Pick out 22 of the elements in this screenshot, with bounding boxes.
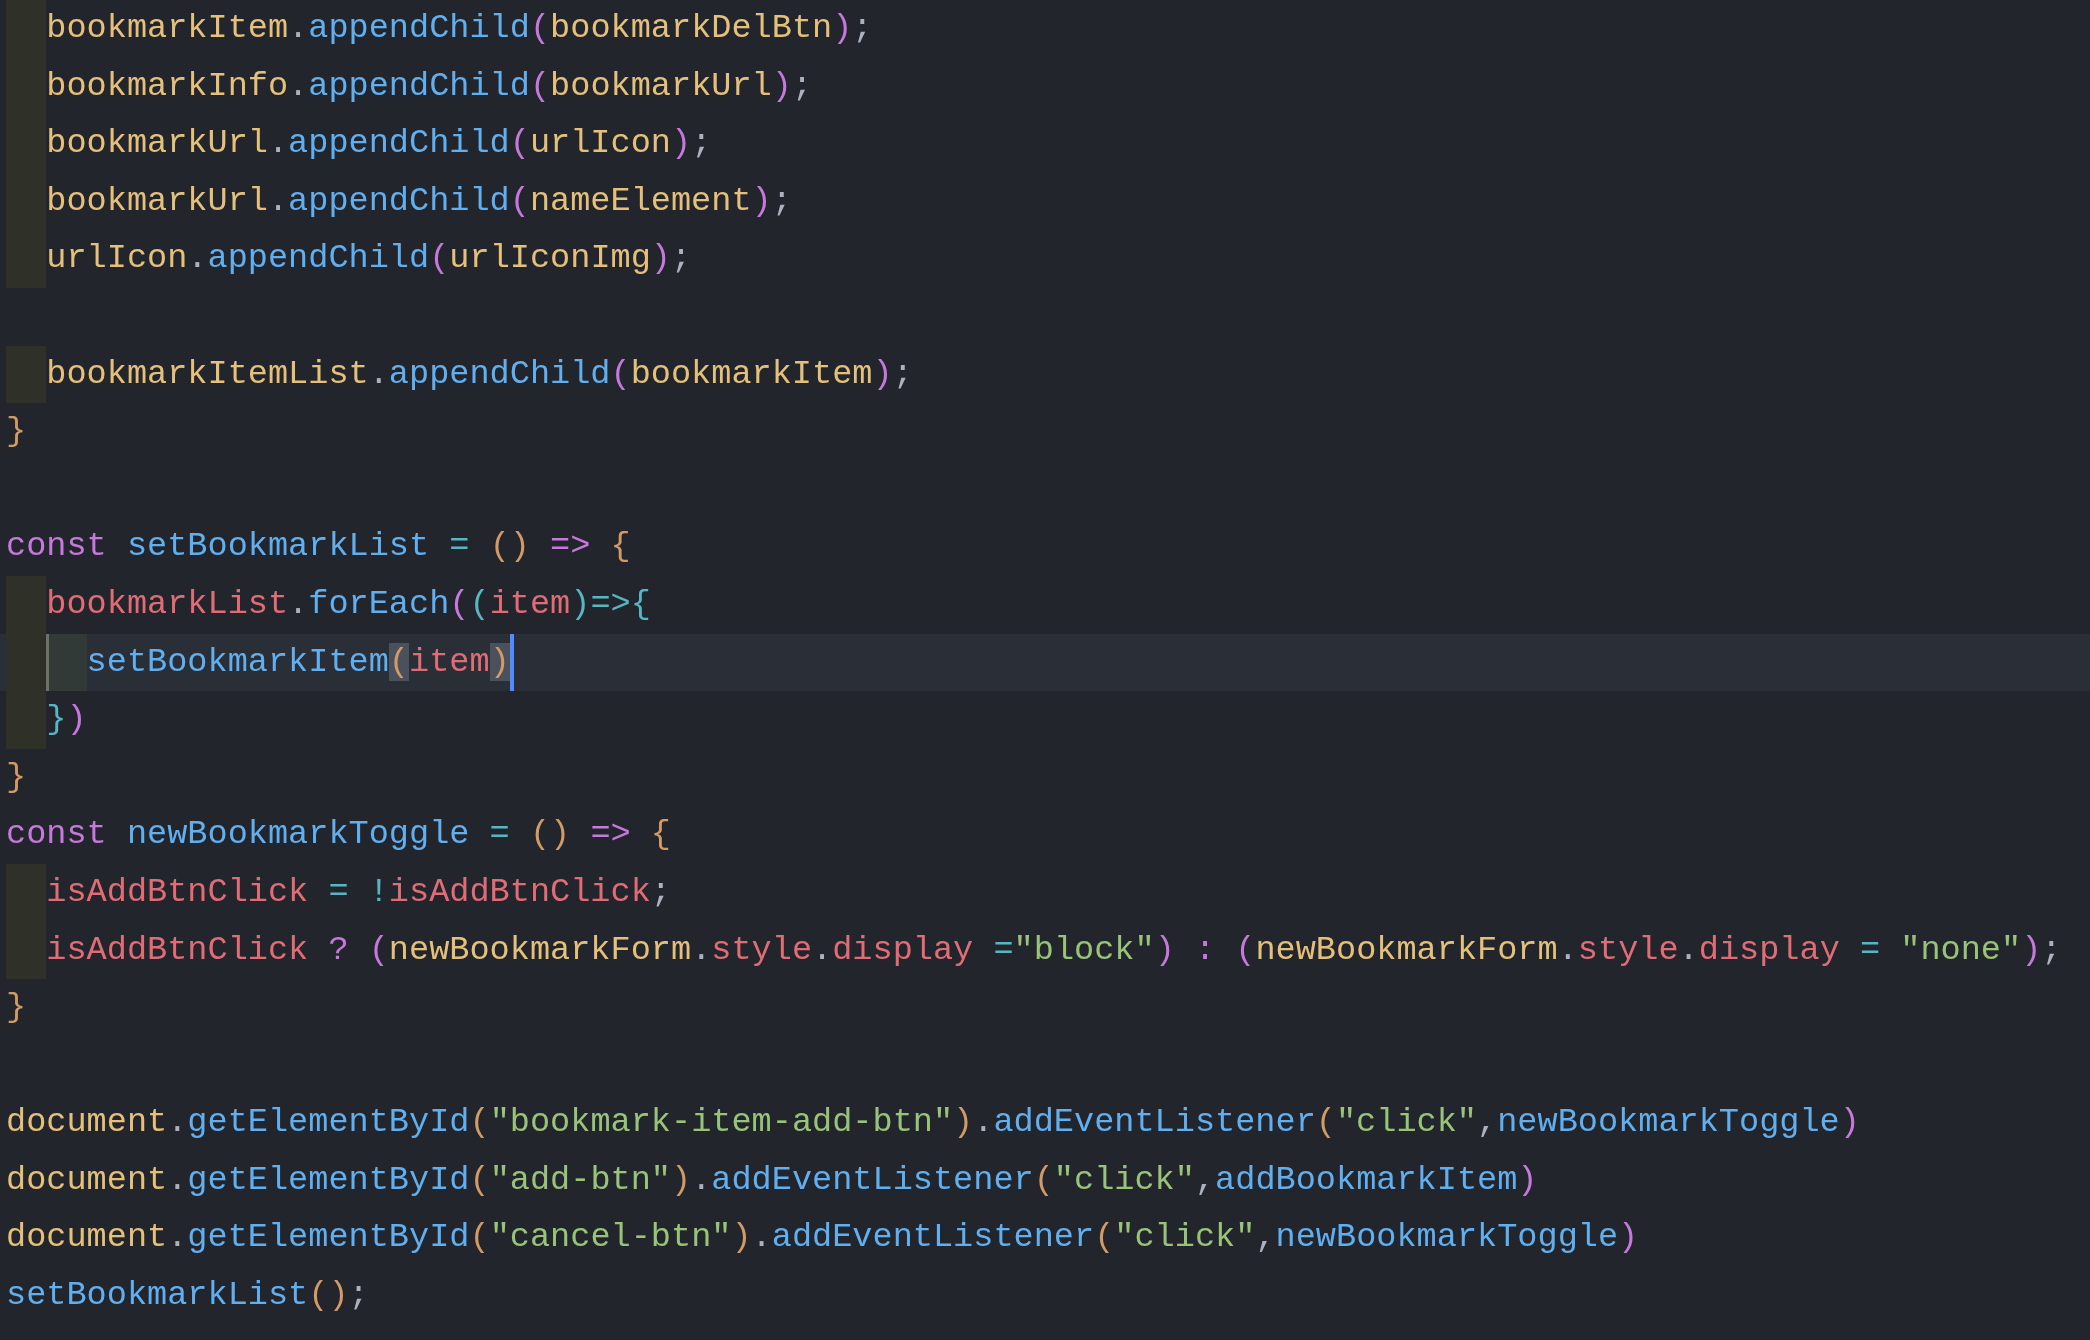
code-line: bookmarkUrl.appendChild(nameElement); [46,180,792,222]
code-line: bookmarkItemList.appendChild(bookmarkItem); [46,353,913,395]
code-line: const setBookmarkList = () => { [6,526,631,568]
code-line: } [6,411,27,453]
code-line: document.getElementById("add-btn").addEventListener("click",addBookmarkItem) [6,1159,1538,1201]
code-line: document.getElementById("cancel-btn").addEventListener("click",newBookmarkToggle) [6,1217,1639,1259]
code-line: bookmarkUrl.appendChild(urlIcon); [46,123,712,165]
code-line: setBookmarkList(); [6,1275,369,1317]
code-line: bookmarkList.forEach((item)=>{ [46,583,651,625]
code-line: bookmarkInfo.appendChild(bookmarkUrl); [46,65,813,107]
code-line: document.getElementById("bookmark-item-add-btn").addEventListener("click",newBookmarkToggle) [6,1102,1860,1144]
code-line: const newBookmarkToggle = () => { [6,814,671,856]
indent-guide [6,691,47,749]
indent-guide [6,575,47,634]
code-line: }) [46,699,87,741]
code-line: } [6,987,27,1029]
code-line: urlIcon.appendChild(urlIconImg); [46,238,692,280]
code-line: isAddBtnClick ? (newBookmarkForm.style.display ="block") : (newBookmarkForm.style.display = "none"); [46,929,2062,971]
code-line: } [6,756,27,798]
code-line: setBookmarkItem(item) [86,641,510,683]
code-line: isAddBtnClick = !isAddBtnClick; [46,871,671,913]
code-line: bookmarkItem.appendChild(bookmarkDelBtn); [46,8,873,49]
